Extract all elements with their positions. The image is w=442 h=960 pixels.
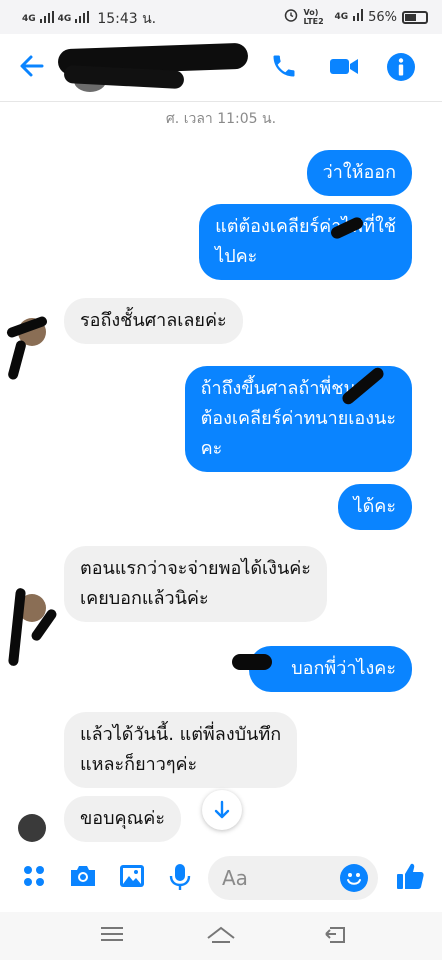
message-line: ได้คะ — [353, 496, 396, 517]
redaction-scribble — [232, 654, 272, 670]
incoming-message[interactable]: ตอนแรกว่าจะจ่ายพอได้เงินค่ะ เคยบอกแล้วนิ… — [64, 546, 327, 622]
status-right: Vo) LTE2 4G 56% — [284, 8, 428, 26]
status-bar: 4G 4G 15:43 น. Vo) LTE2 4G 56% — [0, 0, 442, 34]
message-line: บอกพี่ว่าไงคะ — [291, 658, 396, 679]
status-time: 15:43 น. — [97, 11, 157, 27]
apps-icon[interactable] — [20, 862, 50, 892]
message-composer: Aa — [0, 848, 442, 912]
outgoing-message[interactable]: บอกพี่ว่าไงคะ — [249, 646, 412, 692]
signal-bars-icon — [39, 11, 54, 27]
battery-percent: 56% — [368, 9, 397, 25]
alarm-icon — [284, 8, 298, 26]
volte-label: Vo) LTE2 — [303, 8, 324, 26]
incoming-message[interactable]: รอถึงชั้นศาลเลยค่ะ — [64, 298, 243, 344]
battery-fill — [405, 13, 417, 21]
message-line: ว่าให้ออก — [322, 162, 396, 183]
back-icon[interactable] — [322, 924, 348, 948]
info-icon[interactable] — [386, 52, 418, 84]
status-left: 4G 4G 15:43 น. — [22, 8, 156, 30]
network-type-left-2: 4G — [57, 13, 72, 24]
redaction-scribble — [7, 587, 27, 667]
menu-icon[interactable] — [100, 924, 126, 948]
message-line: ไปคะ — [215, 246, 258, 267]
outgoing-message[interactable]: ถ้าถึงขึ้นศาลถ้าพี่ชนะ ต้องเคลียร์ค่าทนา… — [184, 366, 412, 472]
camera-icon[interactable] — [68, 862, 98, 892]
battery-icon — [402, 10, 428, 24]
incoming-message[interactable]: ขอบคุณค่ะ — [64, 796, 181, 842]
conversation-header — [0, 34, 442, 102]
outgoing-message[interactable]: แต่ต้องเคลียร์ค่าไฟที่ใช้ ไปคะ — [199, 204, 412, 280]
message-line: รอถึงชั้นศาลเลยค่ะ — [80, 310, 227, 331]
message-input[interactable]: Aa — [208, 856, 378, 900]
message-line: แหละก็ยาวๆค่ะ — [80, 754, 198, 775]
thumbs-up-icon[interactable] — [394, 860, 424, 890]
signal-bars-icon — [75, 11, 90, 27]
phone-icon[interactable] — [270, 52, 302, 84]
scroll-down-button[interactable] — [202, 790, 242, 830]
message-line: คะ — [200, 438, 223, 459]
microphone-icon[interactable] — [166, 862, 196, 892]
message-line: ต้องเคลียร์ค่าทนายเองนะ — [200, 408, 396, 429]
home-icon[interactable] — [206, 924, 235, 948]
outgoing-message[interactable]: ว่าให้ออก — [306, 150, 412, 196]
signal-bars-icon — [353, 9, 364, 25]
back-arrow-icon[interactable] — [18, 52, 46, 86]
contact-avatar-small — [18, 814, 46, 842]
message-timestamp: ศ. เวลา 11:05 น. — [165, 111, 277, 127]
message-line: เคยบอกแล้วนิค่ะ — [80, 588, 209, 609]
image-icon[interactable] — [118, 862, 148, 892]
message-line: แล้วได้วันนี้. แต่พี่ลงบันทึก — [80, 724, 282, 745]
message-line: ตอนแรกว่าจะจ่ายพอได้เงินค่ะ — [80, 558, 311, 579]
system-nav-bar — [0, 912, 442, 960]
network-type-left: 4G — [22, 13, 36, 24]
incoming-message[interactable]: แล้วได้วันนี้. แต่พี่ลงบันทึก แหละก็ยาวๆ… — [64, 712, 298, 788]
video-camera-icon[interactable] — [328, 52, 360, 84]
redaction-scribble — [6, 339, 28, 381]
outgoing-message[interactable]: ได้คะ — [337, 484, 412, 530]
message-line: ขอบคุณค่ะ — [80, 808, 165, 829]
message-line: แต่ต้องเคลียร์ค่าไฟที่ใช้ — [215, 216, 396, 237]
emoji-icon[interactable] — [340, 864, 368, 892]
network-type-right: 4G — [334, 11, 349, 22]
message-input-placeholder: Aa — [222, 866, 248, 890]
arrow-down-icon — [214, 800, 230, 819]
